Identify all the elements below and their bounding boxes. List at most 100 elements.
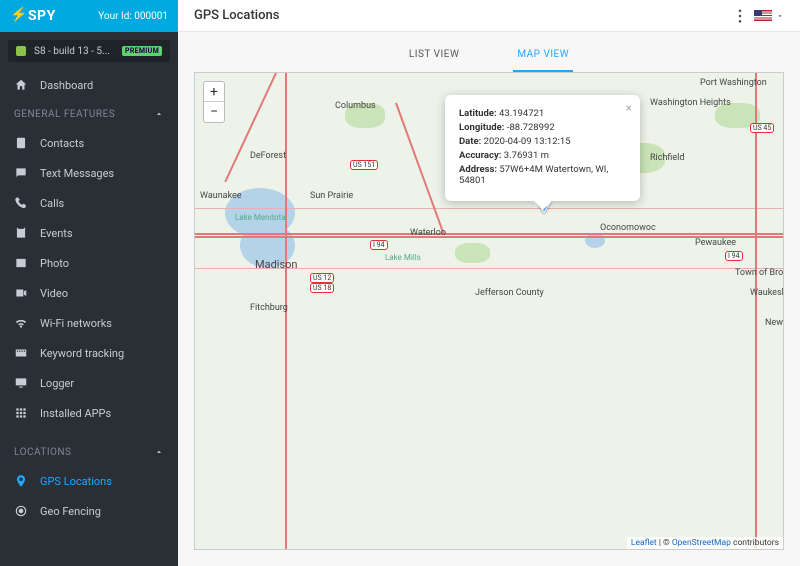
brand-logo: ⚡SPY [10,8,56,24]
nav-apps[interactable]: Installed APPs [0,398,178,428]
android-icon [16,46,26,56]
route-shield: US 12 [310,273,334,283]
nav-logger[interactable]: Logger [0,368,178,398]
map-attribution: Leaflet | © OpenStreetMap contributors [627,537,783,549]
sidebar-header: ⚡SPY Your Id: 000001 [0,0,178,32]
nav-calls[interactable]: Calls [0,188,178,218]
popup-date-value: 2020-04-09 13:12:15 [481,136,570,147]
main-content: GPS Locations LIST VIEW MAP VIEW [178,0,800,566]
chevron-up-icon [154,447,164,457]
clipboard-icon [14,136,28,150]
popup-address-label: Address: [459,164,497,175]
route-shield: I 94 [370,240,388,250]
zoom-out-button[interactable]: − [204,102,224,122]
city-label: Madison [255,258,298,271]
route-shield: I 94 [725,251,743,261]
nav-video[interactable]: Video [0,278,178,308]
photo-icon [14,256,28,270]
nav-keyword[interactable]: Keyword tracking [0,338,178,368]
city-label: Jefferson County [475,288,544,298]
nav-label: Photo [40,257,69,270]
nav-label: Geo Fencing [40,505,101,518]
pin-icon [14,474,28,488]
city-label: Waterloo [410,228,446,238]
nav-label: Wi-Fi networks [40,317,112,330]
nav-geo-fencing[interactable]: Geo Fencing [0,496,178,526]
popup-lon-value: -88.728992 [504,122,554,133]
nav-label: Logger [40,377,74,390]
city-label: New Berlin [765,318,784,328]
zoom-in-button[interactable]: + [204,82,224,102]
wifi-icon [14,316,28,330]
nav-texts[interactable]: Text Messages [0,158,178,188]
section-general[interactable]: GENERAL FEATURES [0,100,178,128]
map-container[interactable]: Madison Columbus DeForest Fitchburg Sun … [194,72,784,550]
popup-lat-label: Latitude: [459,108,497,119]
chevron-down-icon [776,12,784,20]
nav-label: Dashboard [40,79,93,92]
popup-close-button[interactable]: × [626,101,632,115]
nav-photo[interactable]: Photo [0,248,178,278]
calendar-icon [14,226,28,240]
popup-accuracy-label: Accuracy: [459,150,501,161]
city-label: Waukesha [750,288,784,298]
leaflet-link[interactable]: Leaflet [631,538,657,548]
city-label: DeForest [250,151,286,161]
city-label: Oconomowoc [600,223,656,233]
page-title: GPS Locations [194,8,279,23]
grid-icon [14,406,28,420]
nav-label: Events [40,227,73,240]
nav-label: Installed APPs [40,407,111,420]
city-label: Sun Prairie [310,191,353,201]
chevron-up-icon [154,109,164,119]
nav-label: Video [40,287,68,300]
popup-accuracy-value: 3.76931 m [501,150,549,161]
view-tabs: LIST VIEW MAP VIEW [178,32,800,72]
device-selector[interactable]: S8 - build 13 - 5... PREMIUM [8,40,170,62]
nav-gps-locations[interactable]: GPS Locations [0,466,178,496]
popup-lon-label: Longitude: [459,122,504,133]
menu-kebab-icon[interactable] [738,9,742,23]
lake-label: Lake Mills [385,253,421,262]
lake-label: Lake Mendota [235,213,286,222]
section-label: LOCATIONS [14,447,72,458]
home-icon [14,78,28,92]
route-shield: US 45 [750,123,774,133]
us-flag-icon [754,10,772,21]
city-label: Pewaukee [695,238,736,248]
language-selector[interactable] [754,10,784,21]
phone-icon [14,196,28,210]
tab-map-view[interactable]: MAP VIEW [513,39,573,72]
topbar: GPS Locations [178,0,800,32]
popup-date-label: Date: [459,136,481,147]
nav-label: Contacts [40,137,84,150]
route-shield: US 18 [310,283,334,293]
tab-list-view[interactable]: LIST VIEW [405,39,463,72]
premium-badge: PREMIUM [122,46,162,56]
city-label: Washington Heights [650,98,731,108]
video-icon [14,286,28,300]
city-label: Columbus [335,101,376,111]
nav-label: GPS Locations [40,475,112,488]
user-id-label: Your Id: 000001 [98,11,168,22]
location-popup: × Latitude: 43.194721 Longitude: -88.728… [445,95,640,201]
city-label: Richfield [650,153,684,163]
nav-contacts[interactable]: Contacts [0,128,178,158]
city-label: Waunakee [200,191,242,201]
nav-label: Keyword tracking [40,347,124,360]
osm-link[interactable]: OpenStreetMap [672,538,731,548]
brand-text: SPY [28,8,56,24]
route-shield: US 151 [350,160,378,170]
nav-wifi[interactable]: Wi-Fi networks [0,308,178,338]
city-label: Town of Brookfield [735,268,784,278]
keyboard-icon [14,346,28,360]
zoom-control: + − [203,81,225,123]
section-locations[interactable]: LOCATIONS [0,438,178,466]
nav-dashboard[interactable]: Dashboard [0,70,178,100]
section-label: GENERAL FEATURES [14,109,115,120]
popup-lat-value: 43.194721 [497,108,545,119]
nav-events[interactable]: Events [0,218,178,248]
sidebar: ⚡SPY Your Id: 000001 S8 - build 13 - 5..… [0,0,178,566]
city-label: Port Washington [700,78,767,88]
monitor-icon [14,376,28,390]
